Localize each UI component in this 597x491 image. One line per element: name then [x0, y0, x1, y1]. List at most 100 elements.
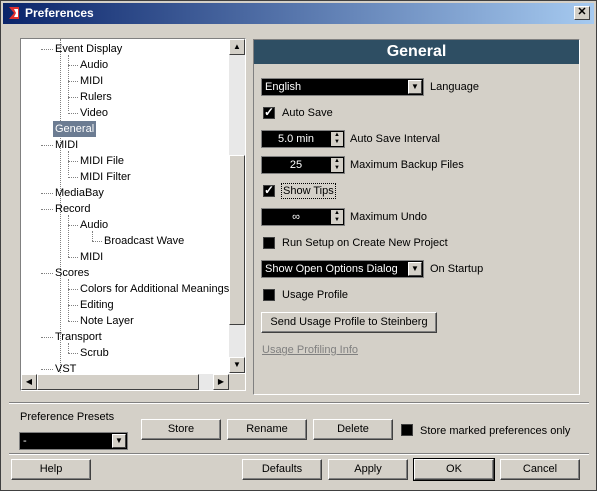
- tree-connector: [41, 193, 53, 194]
- tree-item-vst[interactable]: VST: [53, 361, 78, 373]
- tree-item-colors-additional-meanings[interactable]: Colors for Additional Meanings: [78, 281, 229, 297]
- chevron-down-icon[interactable]: ▼: [408, 262, 422, 276]
- auto-save-interval-value: 5.0 min: [277, 133, 315, 145]
- tree-connector: [41, 209, 53, 210]
- spin-up-icon[interactable]: ▲: [331, 210, 343, 217]
- tree-item-general[interactable]: General: [53, 121, 97, 137]
- show-tips-label: Show Tips: [281, 183, 336, 199]
- usage-profiling-info-link[interactable]: Usage Profiling Info: [262, 343, 358, 357]
- tree-connector: [68, 81, 78, 82]
- show-tips-checkbox[interactable]: ✓: [263, 183, 275, 197]
- tree-item-record-audio[interactable]: Audio: [78, 217, 110, 233]
- preferences-tree[interactable]: Event Display Audio MIDI Rulers Video Ge…: [20, 38, 246, 391]
- store-marked-checkbox[interactable]: [401, 424, 413, 436]
- run-setup-checkbox[interactable]: [263, 237, 275, 249]
- tree-connector: [41, 49, 53, 50]
- on-startup-select[interactable]: Show Open Options Dialog ▼: [261, 260, 424, 278]
- run-setup-label: Run Setup on Create New Project: [282, 237, 448, 249]
- tree-connector: [68, 65, 78, 66]
- scroll-right-arrow-icon[interactable]: ▶: [213, 374, 229, 390]
- tree-item-mediabay[interactable]: MediaBay: [53, 185, 106, 201]
- tree-horizontal-scrollbar[interactable]: ◀ ▶: [21, 374, 229, 390]
- rename-button[interactable]: Rename: [227, 419, 307, 440]
- tree-item-editing[interactable]: Editing: [78, 297, 116, 313]
- tree-item-midi-file[interactable]: MIDI File: [78, 153, 126, 169]
- defaults-button[interactable]: Defaults: [242, 459, 322, 480]
- on-startup-label: On Startup: [430, 263, 484, 275]
- max-backup-value: 25: [289, 159, 303, 171]
- spin-down-icon[interactable]: ▼: [331, 139, 343, 146]
- max-undo-value: ∞: [292, 211, 300, 223]
- title-bar[interactable]: Preferences ✕: [3, 3, 594, 24]
- tree-item-event-display-audio[interactable]: Audio: [78, 57, 110, 73]
- tree-item-scrub[interactable]: Scrub: [78, 345, 111, 361]
- auto-save-interval-spinner[interactable]: 5.0 min ▲ ▼: [261, 130, 345, 148]
- window-title: Preferences: [25, 6, 94, 20]
- separator: [9, 402, 589, 404]
- tree-item-broadcast-wave[interactable]: Broadcast Wave: [102, 233, 186, 249]
- separator: [9, 453, 589, 455]
- tree-connector: [68, 305, 78, 306]
- usage-profile-checkbox[interactable]: [263, 289, 275, 301]
- tree-connector: [68, 55, 69, 111]
- tree-item-midi-filter[interactable]: MIDI Filter: [78, 169, 133, 185]
- tree-connector: [68, 151, 69, 175]
- store-marked-label: Store marked preferences only: [420, 425, 571, 437]
- tree-item-video[interactable]: Video: [78, 105, 110, 121]
- tree-vertical-scrollbar[interactable]: ▲ ▼: [229, 39, 245, 373]
- tree-item-midi[interactable]: MIDI: [53, 137, 80, 153]
- chevron-down-icon[interactable]: ▼: [112, 434, 126, 448]
- auto-save-checkbox[interactable]: ✓: [263, 105, 275, 119]
- store-button[interactable]: Store: [141, 419, 221, 440]
- horizontal-scroll-thumb[interactable]: [37, 374, 199, 390]
- tree-connector: [68, 353, 78, 354]
- tree-item-note-layer[interactable]: Note Layer: [78, 313, 136, 329]
- tree-item-record[interactable]: Record: [53, 201, 92, 217]
- spin-down-icon[interactable]: ▼: [331, 165, 343, 172]
- vertical-scroll-thumb[interactable]: [229, 155, 245, 325]
- help-button[interactable]: Help: [11, 459, 91, 480]
- send-usage-profile-button[interactable]: Send Usage Profile to Steinberg: [261, 312, 437, 333]
- preference-presets-value: -: [23, 435, 27, 447]
- auto-save-label: Auto Save: [282, 107, 333, 119]
- tree-item-record-midi[interactable]: MIDI: [78, 249, 105, 265]
- tree-connector: [68, 215, 69, 257]
- auto-save-interval-label: Auto Save Interval: [350, 133, 440, 145]
- apply-button[interactable]: Apply: [328, 459, 408, 480]
- delete-button[interactable]: Delete: [313, 419, 393, 440]
- preference-presets-select[interactable]: - ▼: [19, 432, 128, 450]
- spin-up-icon[interactable]: ▲: [331, 132, 343, 139]
- language-select[interactable]: English ▼: [261, 78, 424, 96]
- tree-connector: [41, 145, 53, 146]
- on-startup-value: Show Open Options Dialog: [265, 263, 398, 275]
- tree-connector: [68, 289, 78, 290]
- cancel-button[interactable]: Cancel: [500, 459, 580, 480]
- preference-presets-label: Preference Presets: [20, 411, 115, 423]
- tree-connector: [41, 369, 53, 370]
- max-undo-spinner[interactable]: ∞ ▲ ▼: [261, 208, 345, 226]
- ok-button[interactable]: OK: [413, 458, 495, 481]
- scroll-left-arrow-icon[interactable]: ◀: [21, 374, 37, 390]
- max-undo-label: Maximum Undo: [350, 211, 428, 223]
- chevron-down-icon[interactable]: ▼: [408, 80, 422, 94]
- tree-item-rulers[interactable]: Rulers: [78, 89, 114, 105]
- max-backup-spinner[interactable]: 25 ▲ ▼: [261, 156, 345, 174]
- spin-down-icon[interactable]: ▼: [331, 217, 343, 224]
- close-button[interactable]: ✕: [574, 6, 590, 20]
- scroll-down-arrow-icon[interactable]: ▼: [229, 357, 245, 373]
- scroll-up-arrow-icon[interactable]: ▲: [229, 39, 245, 55]
- tree-connector: [68, 279, 69, 321]
- tree-item-event-display[interactable]: Event Display: [53, 41, 124, 57]
- checkmark-icon: ✓: [264, 183, 275, 197]
- preferences-window: Preferences ✕ Event Display Audio MIDI R…: [0, 0, 597, 491]
- tree-item-event-display-midi[interactable]: MIDI: [78, 73, 105, 89]
- tree-viewport: Event Display Audio MIDI Rulers Video Ge…: [21, 39, 229, 373]
- tree-connector: [68, 321, 78, 322]
- cubase-logo-icon: [9, 7, 19, 19]
- tree-item-scores[interactable]: Scores: [53, 265, 91, 281]
- tree-item-transport[interactable]: Transport: [53, 329, 104, 345]
- tree-connector: [68, 161, 78, 162]
- language-value: English: [265, 81, 302, 93]
- general-settings-panel: General English ▼ Language ✓ Auto Save 5…: [253, 39, 580, 395]
- spin-up-icon[interactable]: ▲: [331, 158, 343, 165]
